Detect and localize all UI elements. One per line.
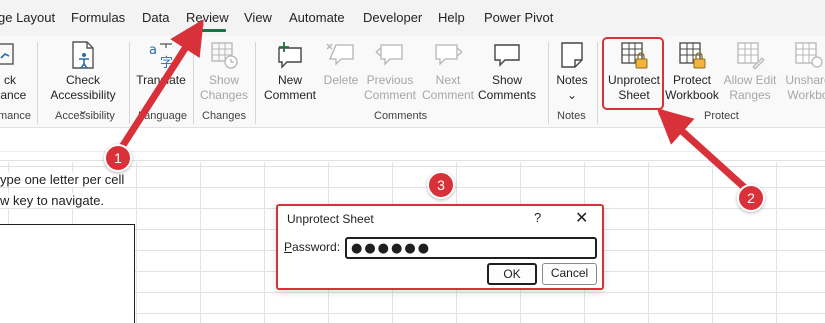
protect-workbook-icon <box>679 42 706 69</box>
sheet-instruction-line-2: w key to navigate. <box>0 193 109 208</box>
menu-bar: ge Layout Formulas Data Review View Auto… <box>0 0 825 36</box>
sheet-instruction-line-1: ype one letter per cell <box>0 172 129 187</box>
svg-text:字: 字 <box>160 56 173 70</box>
group-accessibility-label: Accessibility <box>55 110 115 122</box>
new-comment-icon <box>278 42 302 69</box>
group-separator <box>193 42 194 124</box>
tab-developer[interactable]: Developer <box>363 10 422 25</box>
group-separator <box>37 42 38 124</box>
check-accessibility-button[interactable]: Check Accessibility ⌄ <box>44 40 122 118</box>
tab-data[interactable]: Data <box>142 10 169 25</box>
delete-comment-button[interactable]: Delete <box>320 40 362 88</box>
close-icon[interactable]: ✕ <box>575 208 588 228</box>
tab-formulas[interactable]: Formulas <box>71 10 125 25</box>
unprotect-sheet-dialog: Unprotect Sheet ? ✕ Password: ●●●●●● OK … <box>276 204 604 290</box>
tab-help[interactable]: Help <box>438 10 465 25</box>
ribbon: ck nance mance Check Accessibility ⌄ Acc… <box>0 36 825 128</box>
accessibility-person-icon <box>72 41 94 69</box>
unshare-workbook-icon <box>795 42 823 68</box>
next-comment-icon <box>435 44 463 66</box>
show-changes-button[interactable]: Show Changes <box>198 40 250 103</box>
ok-button[interactable]: OK <box>487 263 537 285</box>
group-performance-label: mance <box>0 110 32 122</box>
allow-edit-ranges-button[interactable]: Allow Edit Ranges <box>722 40 778 103</box>
group-separator <box>129 42 130 124</box>
comments-icon <box>494 44 520 67</box>
next-comment-button[interactable]: Next Comment <box>420 40 476 103</box>
allow-edit-ranges-icon <box>737 42 765 70</box>
group-separator <box>597 42 598 124</box>
group-changes-label: Changes <box>202 110 247 122</box>
svg-text:a: a <box>149 43 157 58</box>
group-comments-label: Comments <box>374 110 428 122</box>
group-language-label: Language <box>138 110 187 122</box>
translate-icon: a 字 <box>149 43 173 70</box>
show-comments-button[interactable]: Show Comments <box>478 40 536 103</box>
note-icon <box>561 42 583 68</box>
password-label: Password: <box>284 240 341 254</box>
changes-history-icon <box>211 42 238 69</box>
crossword-border-box <box>0 224 135 323</box>
group-separator <box>548 42 549 124</box>
previous-comment-icon <box>375 44 403 66</box>
tab-automate[interactable]: Automate <box>289 10 345 25</box>
check-performance-button[interactable]: ck nance <box>0 40 30 103</box>
step-badge-3: 3 <box>427 171 455 199</box>
dialog-title: Unprotect Sheet <box>287 212 374 226</box>
translate-button[interactable]: a 字 Translate <box>136 40 186 88</box>
group-protect-label: Protect <box>704 110 739 122</box>
performance-icon <box>0 43 14 65</box>
step-badge-2: 2 <box>737 184 765 212</box>
password-field[interactable]: ●●●●●● <box>345 237 597 259</box>
group-separator <box>255 42 256 124</box>
unshare-workbook-button[interactable]: Unshare Workbo <box>780 40 825 103</box>
active-tab-indicator <box>186 29 226 32</box>
step-badge-1: 1 <box>104 144 132 172</box>
group-notes-label: Notes <box>557 110 586 122</box>
cancel-button[interactable]: Cancel <box>542 263 597 285</box>
previous-comment-button[interactable]: Previous Comment <box>362 40 418 103</box>
tab-view[interactable]: View <box>244 10 272 25</box>
delete-comment-icon <box>326 43 354 66</box>
tab-power-pivot[interactable]: Power Pivot <box>484 10 553 25</box>
protect-workbook-button[interactable]: Protect Workbook <box>664 40 720 103</box>
new-comment-button[interactable]: New Comment <box>262 40 318 103</box>
tab-review[interactable]: Review <box>186 10 229 25</box>
unprotect-highlight-box <box>602 37 664 110</box>
help-icon[interactable]: ? <box>534 210 541 225</box>
notes-button[interactable]: Notes ⌄ <box>552 40 592 103</box>
tab-page-layout[interactable]: ge Layout <box>0 10 55 25</box>
